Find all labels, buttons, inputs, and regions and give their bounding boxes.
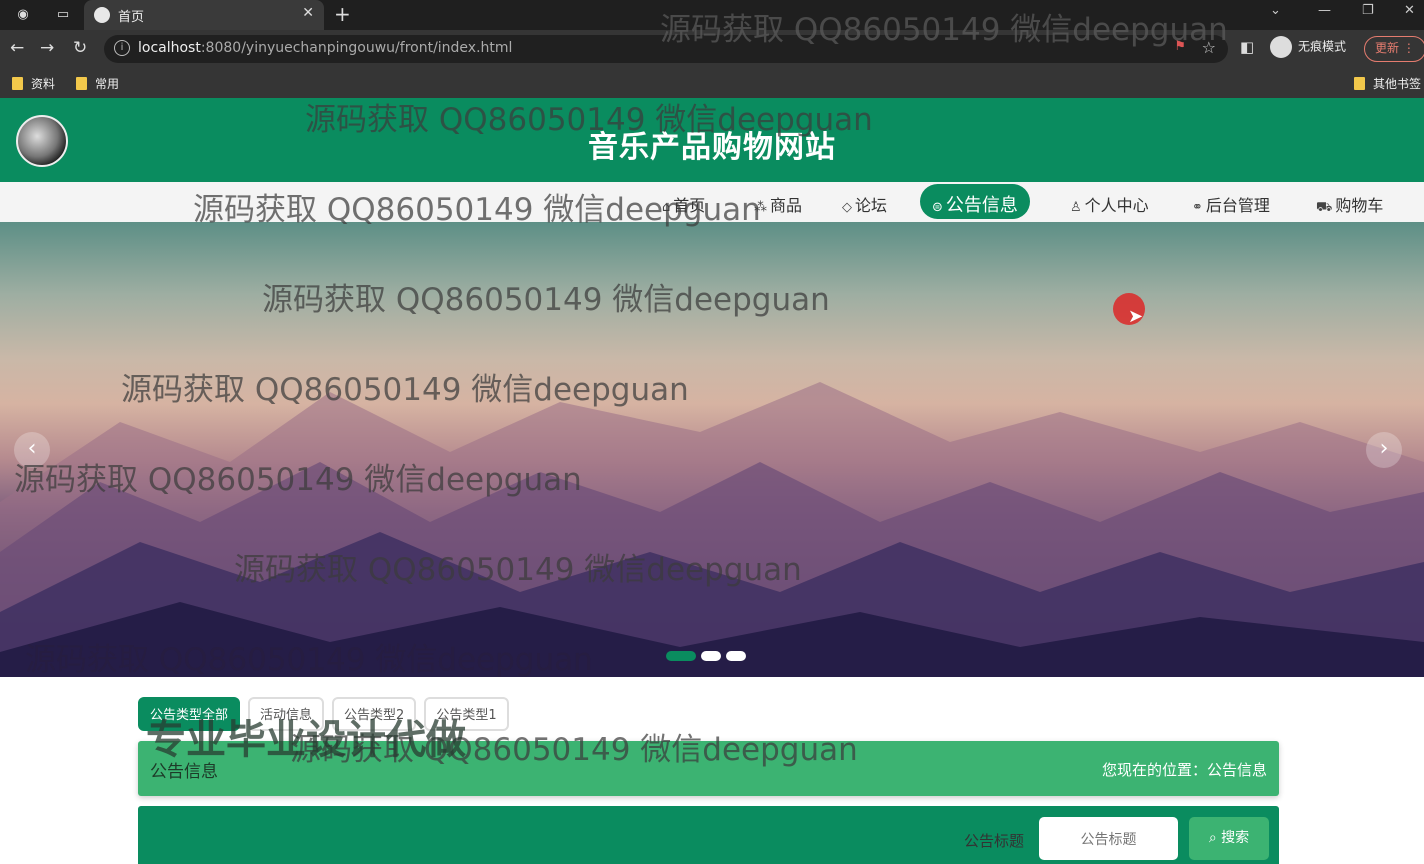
browser-tab[interactable]: 首页 ✕	[84, 0, 324, 30]
new-tab-icon[interactable]: +	[334, 2, 351, 26]
url-text: localhost:8080/yinyuechanpingouwu/front/…	[138, 40, 513, 56]
carousel-dot[interactable]	[726, 651, 746, 661]
maximize-icon[interactable]: ❐	[1362, 3, 1374, 18]
mouse-pointer-icon: ➤	[1128, 306, 1144, 327]
close-window-icon[interactable]: ✕	[1404, 3, 1415, 18]
mountain-landscape-image	[0, 382, 1424, 677]
tab-list-icon[interactable]: ⌄	[1270, 3, 1281, 18]
watermark-big: 专业毕业设计代做	[146, 717, 466, 763]
nav-item-home[interactable]: ⌂ 首页	[662, 192, 705, 216]
search-panel: 公告标题 ⌕ 搜索	[138, 806, 1279, 864]
update-button[interactable]: 更新 ⋮	[1364, 36, 1424, 62]
search-icon: ⌕	[1208, 830, 1217, 846]
nav-item-profile[interactable]: ♙ 个人中心	[1070, 192, 1149, 216]
search-label: 公告标题	[964, 832, 1025, 850]
browser-profile-icon[interactable]: ◉	[12, 4, 34, 26]
nav-item-forum[interactable]: ◇ 论坛	[842, 192, 887, 216]
folder-icon	[1354, 77, 1365, 90]
home-icon: ⌂	[662, 200, 671, 215]
blocked-popup-icon[interactable]: ⚑	[1174, 39, 1186, 54]
browser-tab-bar: ◉ ▭ 首页 ✕ + ⌄ — ❐ ✕	[0, 0, 1424, 30]
carousel-dot[interactable]	[701, 651, 721, 661]
carousel-indicators	[666, 646, 751, 665]
search-button[interactable]: ⌕ 搜索	[1189, 817, 1269, 860]
nav-item-notice[interactable]: ⊜ 公告信息	[920, 184, 1030, 219]
main-nav: ⌂ 首页 ⁂ 商品 ◇ 论坛 ⊜ 公告信息 ♙ 个人中心 ⚭ 后台管理 ⛟ 购物车	[0, 182, 1424, 222]
nav-item-admin[interactable]: ⚭ 后台管理	[1192, 192, 1270, 216]
forward-icon[interactable]: →	[40, 38, 54, 58]
goods-icon: ⁂	[754, 200, 767, 215]
tab-search-icon[interactable]: ▭	[52, 4, 74, 26]
site-header: 音乐产品购物网站	[0, 98, 1424, 182]
breadcrumb-position: 您现在的位置：公告信息	[1101, 761, 1267, 779]
carousel-dot[interactable]	[666, 651, 696, 661]
address-toolbar: ← → ↻ i localhost:8080/yinyuechanpingouw…	[0, 30, 1424, 68]
favicon-icon	[94, 7, 110, 23]
reload-icon[interactable]: ↻	[73, 38, 87, 58]
nav-item-cart[interactable]: ⛟ 购物车	[1316, 192, 1383, 217]
bookmark-folder[interactable]: 常用	[76, 75, 119, 92]
incognito-icon	[1270, 36, 1292, 58]
back-icon[interactable]: ←	[10, 38, 24, 58]
folder-icon	[12, 77, 23, 90]
link-icon: ⚭	[1192, 200, 1203, 215]
other-bookmarks[interactable]: 其他书签	[1354, 75, 1421, 92]
notice-icon: ⊜	[932, 200, 943, 215]
minimize-icon[interactable]: —	[1318, 3, 1331, 18]
site-title: 音乐产品购物网站	[588, 130, 836, 165]
carousel-next-icon[interactable]: ›	[1366, 432, 1402, 468]
bookmarks-bar: 资料 常用 其他书签	[0, 68, 1424, 98]
user-icon: ♙	[1070, 200, 1082, 215]
cart-icon: ⛟	[1316, 200, 1333, 215]
side-panel-icon[interactable]: ◧	[1240, 38, 1254, 56]
tab-title: 首页	[118, 10, 145, 25]
incognito-indicator[interactable]: 无痕模式	[1270, 36, 1346, 58]
url-bar[interactable]: i localhost:8080/yinyuechanpingouwu/fron…	[104, 35, 1228, 63]
tag-icon: ◇	[842, 200, 852, 215]
bookmark-folder[interactable]: 资料	[12, 75, 55, 92]
site-info-icon[interactable]: i	[114, 40, 130, 56]
tab-close-icon[interactable]: ✕	[302, 5, 314, 21]
nav-item-goods[interactable]: ⁂ 商品	[754, 192, 802, 216]
carousel-prev-icon[interactable]: ‹	[14, 432, 50, 468]
bookmark-star-icon[interactable]: ☆	[1202, 38, 1216, 57]
search-input[interactable]	[1039, 817, 1178, 860]
banner-carousel[interactable]: ‹ ›	[0, 222, 1424, 677]
folder-icon	[76, 77, 87, 90]
